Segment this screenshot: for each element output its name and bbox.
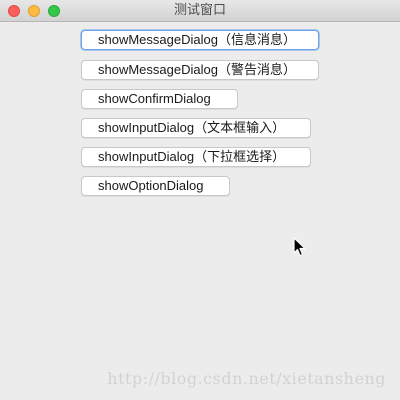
- show-message-dialog-warning-button[interactable]: showMessageDialog（警告消息）: [81, 60, 319, 80]
- watermark: http://blog.csdn.net/xietansheng: [107, 369, 386, 388]
- show-option-dialog-button[interactable]: showOptionDialog: [81, 176, 230, 196]
- show-input-dialog-text-button[interactable]: showInputDialog（文本框输入）: [81, 118, 311, 138]
- window-title: 测试窗口: [173, 3, 226, 18]
- app-window: 测试窗口 showMessageDialog（信息消息） showMessage…: [0, 0, 400, 400]
- show-confirm-dialog-button[interactable]: showConfirmDialog: [81, 89, 238, 109]
- mouse-pointer-icon: [293, 237, 306, 257]
- title-bar[interactable]: 测试窗口: [0, 0, 400, 22]
- show-message-dialog-info-button[interactable]: showMessageDialog（信息消息）: [81, 30, 319, 50]
- show-input-dialog-select-button[interactable]: showInputDialog（下拉框选择）: [81, 147, 311, 167]
